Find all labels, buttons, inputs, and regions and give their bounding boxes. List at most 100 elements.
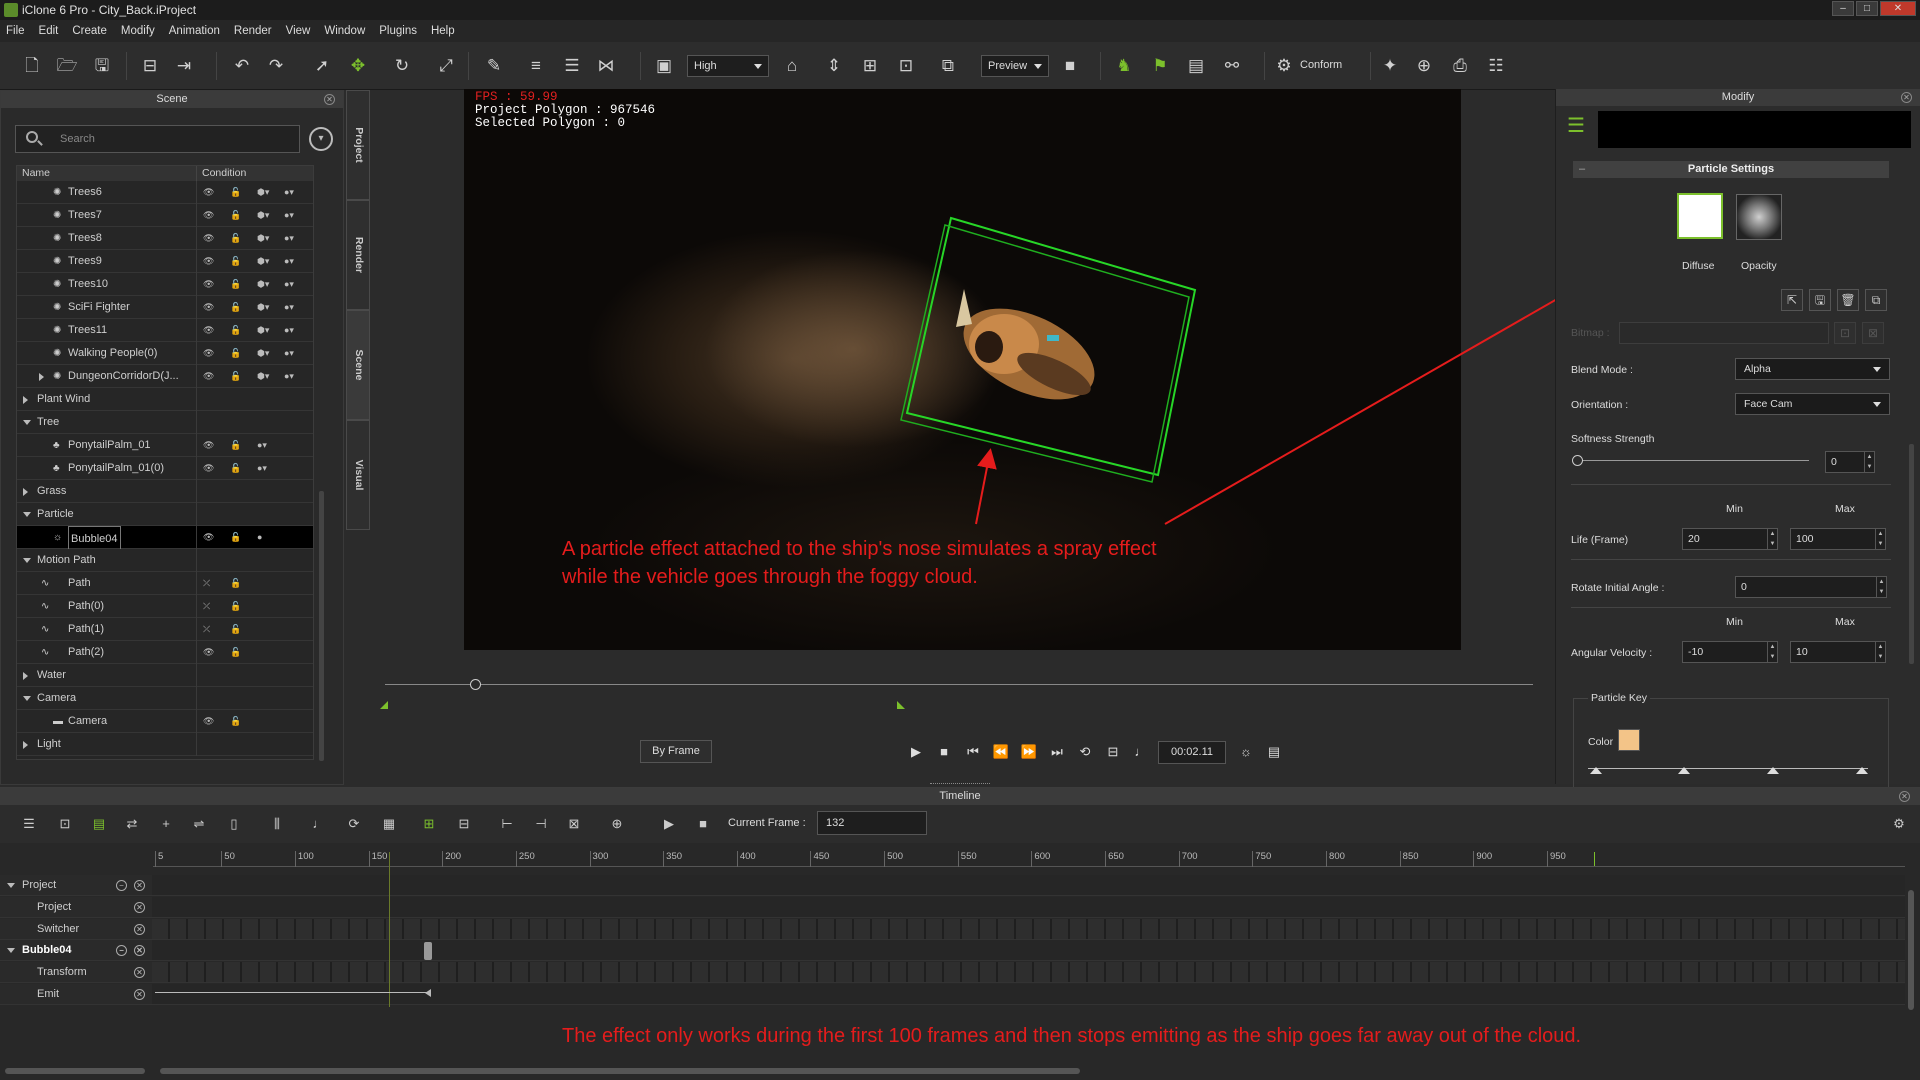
tab-project[interactable]: Project [346, 90, 370, 200]
receive-shadow-icon[interactable]: ●▾ [284, 210, 311, 221]
collapse-arrow-icon[interactable] [23, 419, 31, 425]
tree-row[interactable]: ∿ Path ⤫ 🔓 [17, 571, 313, 595]
column-name[interactable]: Name [17, 166, 197, 181]
collapse-arrow-icon[interactable] [7, 948, 15, 954]
tree-row[interactable]: Motion Path [17, 548, 313, 572]
visibility-icon[interactable]: 👁 [203, 279, 230, 290]
character-icon[interactable]: ♞ [1112, 54, 1136, 78]
rotate-angle-input[interactable]: 0 ▲ ▼ [1735, 576, 1887, 598]
close-icon[interactable]: ✕ [1899, 791, 1910, 802]
open-folder-icon[interactable]: 🗁 [55, 54, 79, 78]
collapse-track-icon[interactable]: − [116, 945, 127, 957]
lock-icon[interactable]: 🔓 [230, 302, 257, 313]
select-arrow-icon[interactable]: ➚ [310, 54, 334, 78]
collect-clip-icon[interactable]: ⊞ [420, 815, 438, 833]
lock-icon[interactable]: 🔓 [230, 716, 257, 727]
visibility-icon[interactable]: 👁 [203, 532, 230, 543]
timeline-track[interactable]: Project − ✕ [0, 875, 1905, 896]
close-button[interactable]: ✕ [1880, 1, 1916, 16]
track-name[interactable]: Switcher ✕ [0, 918, 152, 940]
menu-view[interactable]: View [286, 25, 311, 37]
fit-vertical-icon[interactable]: ⇕ [822, 54, 846, 78]
lock-icon[interactable]: 🔓 [230, 647, 257, 658]
remove-track-icon[interactable]: ✕ [134, 880, 145, 891]
tree-row[interactable]: Particle [17, 502, 313, 526]
sound-icon[interactable]: ♩ [310, 815, 328, 833]
align-icon[interactable]: ≡ [524, 54, 548, 78]
export-icon[interactable]: ⇥ [172, 54, 196, 78]
track-name[interactable]: Project ✕ [0, 896, 152, 918]
first-frame-icon[interactable]: ⏮ [963, 741, 983, 763]
timeline-stop-icon[interactable]: ■ [694, 815, 712, 833]
tree-row[interactable]: ♣ PonytailPalm_01 👁 🔓 ●▾ [17, 433, 313, 457]
angvel-min-input[interactable]: -10 ▲ ▼ [1682, 641, 1778, 663]
tree-row[interactable]: ✺ Trees8 👁 🔓 ⬢▾ ●▾ [17, 226, 313, 250]
tree-row[interactable]: ∿ Path(2) 👁 🔓 [17, 640, 313, 664]
visibility-icon[interactable]: 👁 [203, 647, 230, 658]
cast-shadow-icon[interactable]: ⬢▾ [257, 371, 284, 382]
track-name[interactable]: Emit ✕ [0, 984, 152, 1005]
timeline-play-icon[interactable]: ▶ [660, 815, 678, 833]
remove-track-icon[interactable]: ✕ [134, 945, 145, 957]
tree-row[interactable]: ∿ Path(0) ⤫ 🔓 [17, 594, 313, 618]
add-track-icon[interactable]: ▤ [90, 815, 108, 833]
brightness-icon[interactable]: ☼ [1236, 741, 1256, 763]
close-icon[interactable]: ✕ [324, 94, 335, 105]
settings-sliders-icon[interactable]: ☷ [1484, 54, 1508, 78]
track-lane[interactable] [152, 984, 1905, 1005]
track-list-icon[interactable]: ☰ [20, 815, 38, 833]
timeline-zoom-icon[interactable]: ⊕ [608, 815, 626, 833]
tree-row[interactable]: Camera [17, 686, 313, 710]
color-key-marker[interactable] [1590, 767, 1602, 774]
track-lane[interactable] [152, 896, 1905, 918]
track-name-scrollbar[interactable] [5, 1068, 145, 1074]
emit-end-marker[interactable] [425, 989, 431, 997]
modify-scrollbar[interactable] [1909, 444, 1914, 664]
lock-icon[interactable]: 🔓 [230, 440, 257, 451]
timeline-track[interactable]: Switcher ✕ [0, 918, 1905, 940]
fit-timeline-icon[interactable]: ⊠ [565, 815, 583, 833]
tree-row[interactable]: ✺ Trees10 👁 🔓 ⬢▾ ●▾ [17, 272, 313, 296]
receive-shadow-icon[interactable]: ●▾ [284, 348, 311, 359]
playback-scrubber[interactable] [385, 684, 1533, 685]
tree-row[interactable]: ∿ Path(1) ⤫ 🔓 [17, 617, 313, 641]
range-start-marker[interactable] [380, 701, 388, 709]
modify-settings-icon[interactable]: ☰ [1561, 111, 1591, 141]
menu-help[interactable]: Help [431, 25, 455, 37]
track-name[interactable]: Transform ✕ [0, 962, 152, 984]
snapshot-icon[interactable]: ⎙ [1448, 54, 1472, 78]
receive-shadow-icon[interactable]: ●▾ [284, 256, 311, 267]
link-icon[interactable]: ⚯ [1220, 54, 1244, 78]
path-toggle-icon[interactable]: ⤫ [203, 601, 230, 612]
color-key-marker[interactable] [1856, 767, 1868, 774]
preview-dropdown[interactable]: Preview [981, 55, 1049, 77]
collapse-arrow-icon[interactable] [23, 695, 31, 701]
life-min-input[interactable]: 20 ▲ ▼ [1682, 528, 1778, 550]
previous-frame-icon[interactable]: ⏪ [991, 741, 1011, 763]
track-name[interactable]: Project − ✕ [0, 875, 152, 896]
remove-track-icon[interactable]: ✕ [134, 901, 145, 913]
timeline-horizontal-scrollbar[interactable] [160, 1068, 1080, 1074]
collapse-arrow-icon[interactable] [23, 511, 31, 517]
receive-shadow-icon[interactable]: ●▾ [257, 440, 284, 451]
cast-shadow-icon[interactable]: ⬢▾ [257, 348, 284, 359]
import-icon[interactable]: ⊟ [138, 54, 162, 78]
redo-icon[interactable]: ↷ [264, 54, 288, 78]
lock-icon[interactable]: 🔓 [230, 210, 257, 221]
undo-icon[interactable]: ↶ [230, 54, 254, 78]
tree-row[interactable]: ▬ Camera 👁 🔓 [17, 709, 313, 733]
splitter-grip[interactable] [930, 783, 990, 786]
lock-icon[interactable]: 🔓 [230, 187, 257, 198]
object-name-field[interactable] [1598, 111, 1911, 148]
receive-shadow-icon[interactable]: ●▾ [284, 187, 311, 198]
visibility-icon[interactable]: 👁 [203, 325, 230, 336]
color-key-marker[interactable] [1767, 767, 1779, 774]
collapse-arrow-icon[interactable] [7, 883, 15, 888]
angvel-max-input[interactable]: 10 ▲ ▼ [1790, 641, 1886, 663]
track-filter-icon[interactable]: ⊡ [56, 815, 74, 833]
path-toggle-icon[interactable]: ⤫ [203, 578, 230, 589]
delete-texture-icon[interactable]: 🗑 [1837, 289, 1859, 311]
visibility-icon[interactable]: 👁 [203, 716, 230, 727]
load-texture-icon[interactable]: ⇱ [1781, 289, 1803, 311]
remove-track-icon[interactable]: ✕ [134, 989, 145, 1000]
